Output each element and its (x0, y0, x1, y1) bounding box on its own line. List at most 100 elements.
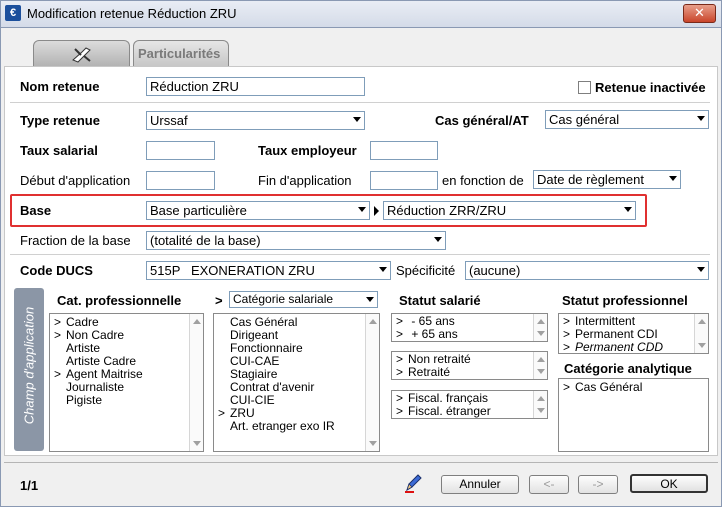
code-ducs-label: Code DUCS (20, 263, 93, 278)
retenue-inactivee-checkbox[interactable] (578, 81, 591, 94)
specificite-value: (aucune) (469, 263, 521, 278)
list-item[interactable]: > Permanent CDD (559, 341, 708, 354)
scrollbar[interactable] (365, 314, 379, 451)
list-item-label: + 65 ans (408, 327, 458, 341)
selected-marker: > (563, 340, 571, 354)
list-item-label: Artiste (66, 341, 101, 355)
base-detail-select[interactable]: Réduction ZRR/ZRU (383, 201, 636, 220)
selected-marker: > (396, 327, 404, 341)
annuler-button[interactable]: Annuler (441, 475, 519, 494)
en-fonction-label: en fonction de (442, 173, 524, 188)
page-count: 1/1 (20, 478, 39, 493)
scrollbar[interactable] (189, 314, 203, 451)
code-ducs-select[interactable]: 515P EXONERATION ZRU (146, 261, 391, 280)
chevron-down-icon (697, 116, 705, 121)
retenue-inactivee-label: Retenue inactivée (595, 80, 706, 95)
cat-pro-header: Cat. professionnelle (57, 293, 182, 308)
window-title: Modification retenue Réduction ZRU (27, 6, 237, 21)
list-item-label: Agent Maitrise (66, 367, 143, 381)
fraction-base-value: (totalité de la base) (150, 233, 261, 248)
list-item[interactable]: Pigiste (50, 394, 203, 407)
taux-salarial-label: Taux salarial (20, 143, 98, 158)
selected-marker: > (396, 404, 404, 418)
specificite-select[interactable]: (aucune) (465, 261, 709, 280)
tab-particularites[interactable]: Particularités (133, 40, 229, 66)
cat-pro-list[interactable]: > Cadre > Non Cadre Artiste Artiste Cadre > Age… (49, 313, 204, 452)
fraction-base-select[interactable]: (totalité de la base) (146, 231, 446, 250)
scrollbar[interactable] (533, 352, 547, 379)
statut-retraite-list[interactable]: > Non retraité > Retraité (391, 351, 548, 380)
list-item-label: Fonctionnaire (230, 341, 303, 355)
cas-general-value: Cas général (549, 112, 620, 127)
scroll-down-icon (369, 441, 377, 446)
list-item-label: Stagiaire (230, 367, 278, 381)
fraction-base-label: Fraction de la base (20, 233, 131, 248)
scroll-down-icon (698, 343, 706, 348)
previous-button[interactable]: <- (529, 475, 569, 494)
type-retenue-label: Type retenue (20, 113, 100, 128)
statut-fiscal-list[interactable]: > Fiscal. français > Fiscal. étranger (391, 390, 548, 419)
type-retenue-value: Urssaf (150, 113, 188, 128)
list-item[interactable]: > Cas Général (559, 381, 708, 394)
scrollbar[interactable] (694, 314, 708, 353)
tab-general[interactable] (33, 40, 130, 66)
tool-icon (72, 47, 91, 63)
nom-retenue-input[interactable]: Réduction ZRU (146, 77, 365, 96)
list-item-label: Intermittent (575, 314, 636, 328)
scroll-up-icon (369, 319, 377, 324)
selected-marker: > (54, 367, 62, 381)
cas-general-select[interactable]: Cas général (545, 110, 709, 129)
cat-sal-prefix: > (215, 293, 223, 308)
base-select[interactable]: Base particulière (146, 201, 370, 220)
close-button[interactable]: ✕ (683, 4, 716, 23)
scrollbar[interactable] (533, 314, 547, 341)
scroll-up-icon (698, 319, 706, 324)
base-detail-value: Réduction ZRR/ZRU (387, 203, 507, 218)
statut-age-list[interactable]: > - 65 ans > + 65 ans (391, 313, 548, 342)
en-fonction-select[interactable]: Date de règlement (533, 170, 681, 189)
list-item-label: Art. etranger exo IR (230, 419, 335, 433)
scrollbar[interactable] (533, 391, 547, 418)
list-item-label: CUI-CAE (230, 354, 280, 368)
pencil-icon[interactable] (402, 472, 424, 494)
fin-application-label: Fin d'application (258, 173, 352, 188)
champ-application-sidebar: Champ d'application (14, 288, 44, 451)
fin-application-input[interactable] (370, 171, 438, 190)
champ-application-label: Champ d'application (21, 306, 37, 425)
list-item-label: Cadre (66, 315, 99, 329)
tab-particularites-label: Particularités (138, 46, 221, 61)
divider (4, 462, 718, 463)
chevron-down-icon (624, 207, 632, 212)
taux-salarial-input[interactable] (146, 141, 215, 160)
scroll-down-icon (537, 369, 545, 374)
cat-analytique-list[interactable]: > Cas Général (558, 378, 709, 452)
chevron-down-icon (366, 297, 374, 302)
cat-analytique-header: Catégorie analytique (564, 361, 692, 376)
chevron-down-icon (353, 117, 361, 122)
list-item-label: Permanent CDI (575, 327, 658, 341)
list-item[interactable]: > + 65 ans (392, 328, 547, 341)
statut-salarie-header: Statut salarié (399, 293, 481, 308)
list-item-label: Pigiste (66, 393, 103, 407)
base-value: Base particulière (150, 203, 247, 218)
app-icon: € (5, 5, 21, 21)
cas-general-label: Cas général/AT (435, 113, 529, 128)
taux-employeur-input[interactable] (370, 141, 438, 160)
list-item-label: Contrat d'avenir (230, 380, 315, 394)
specificite-label: Spécificité (396, 263, 456, 278)
taux-employeur-label: Taux employeur (258, 143, 357, 158)
selected-marker: > (218, 406, 226, 420)
list-item[interactable]: > Retraité (392, 366, 547, 379)
ok-button[interactable]: OK (630, 474, 708, 493)
cat-sal-select[interactable]: Catégorie salariale (229, 291, 378, 308)
list-item-label: Cas Général (575, 380, 643, 394)
next-button[interactable]: -> (578, 475, 618, 494)
list-item[interactable]: Art. etranger exo IR (214, 420, 379, 433)
base-label: Base (20, 203, 52, 218)
scroll-up-icon (537, 319, 545, 324)
cat-sal-list[interactable]: Cas Général Dirigeant Fonctionnaire CUI-CAE… (213, 313, 380, 452)
type-retenue-select[interactable]: Urssaf (146, 111, 365, 130)
list-item[interactable]: > Fiscal. étranger (392, 405, 547, 418)
debut-application-input[interactable] (146, 171, 215, 190)
statut-pro-list[interactable]: > Intermittent > Permanent CDI > Permanent CD… (558, 313, 709, 354)
